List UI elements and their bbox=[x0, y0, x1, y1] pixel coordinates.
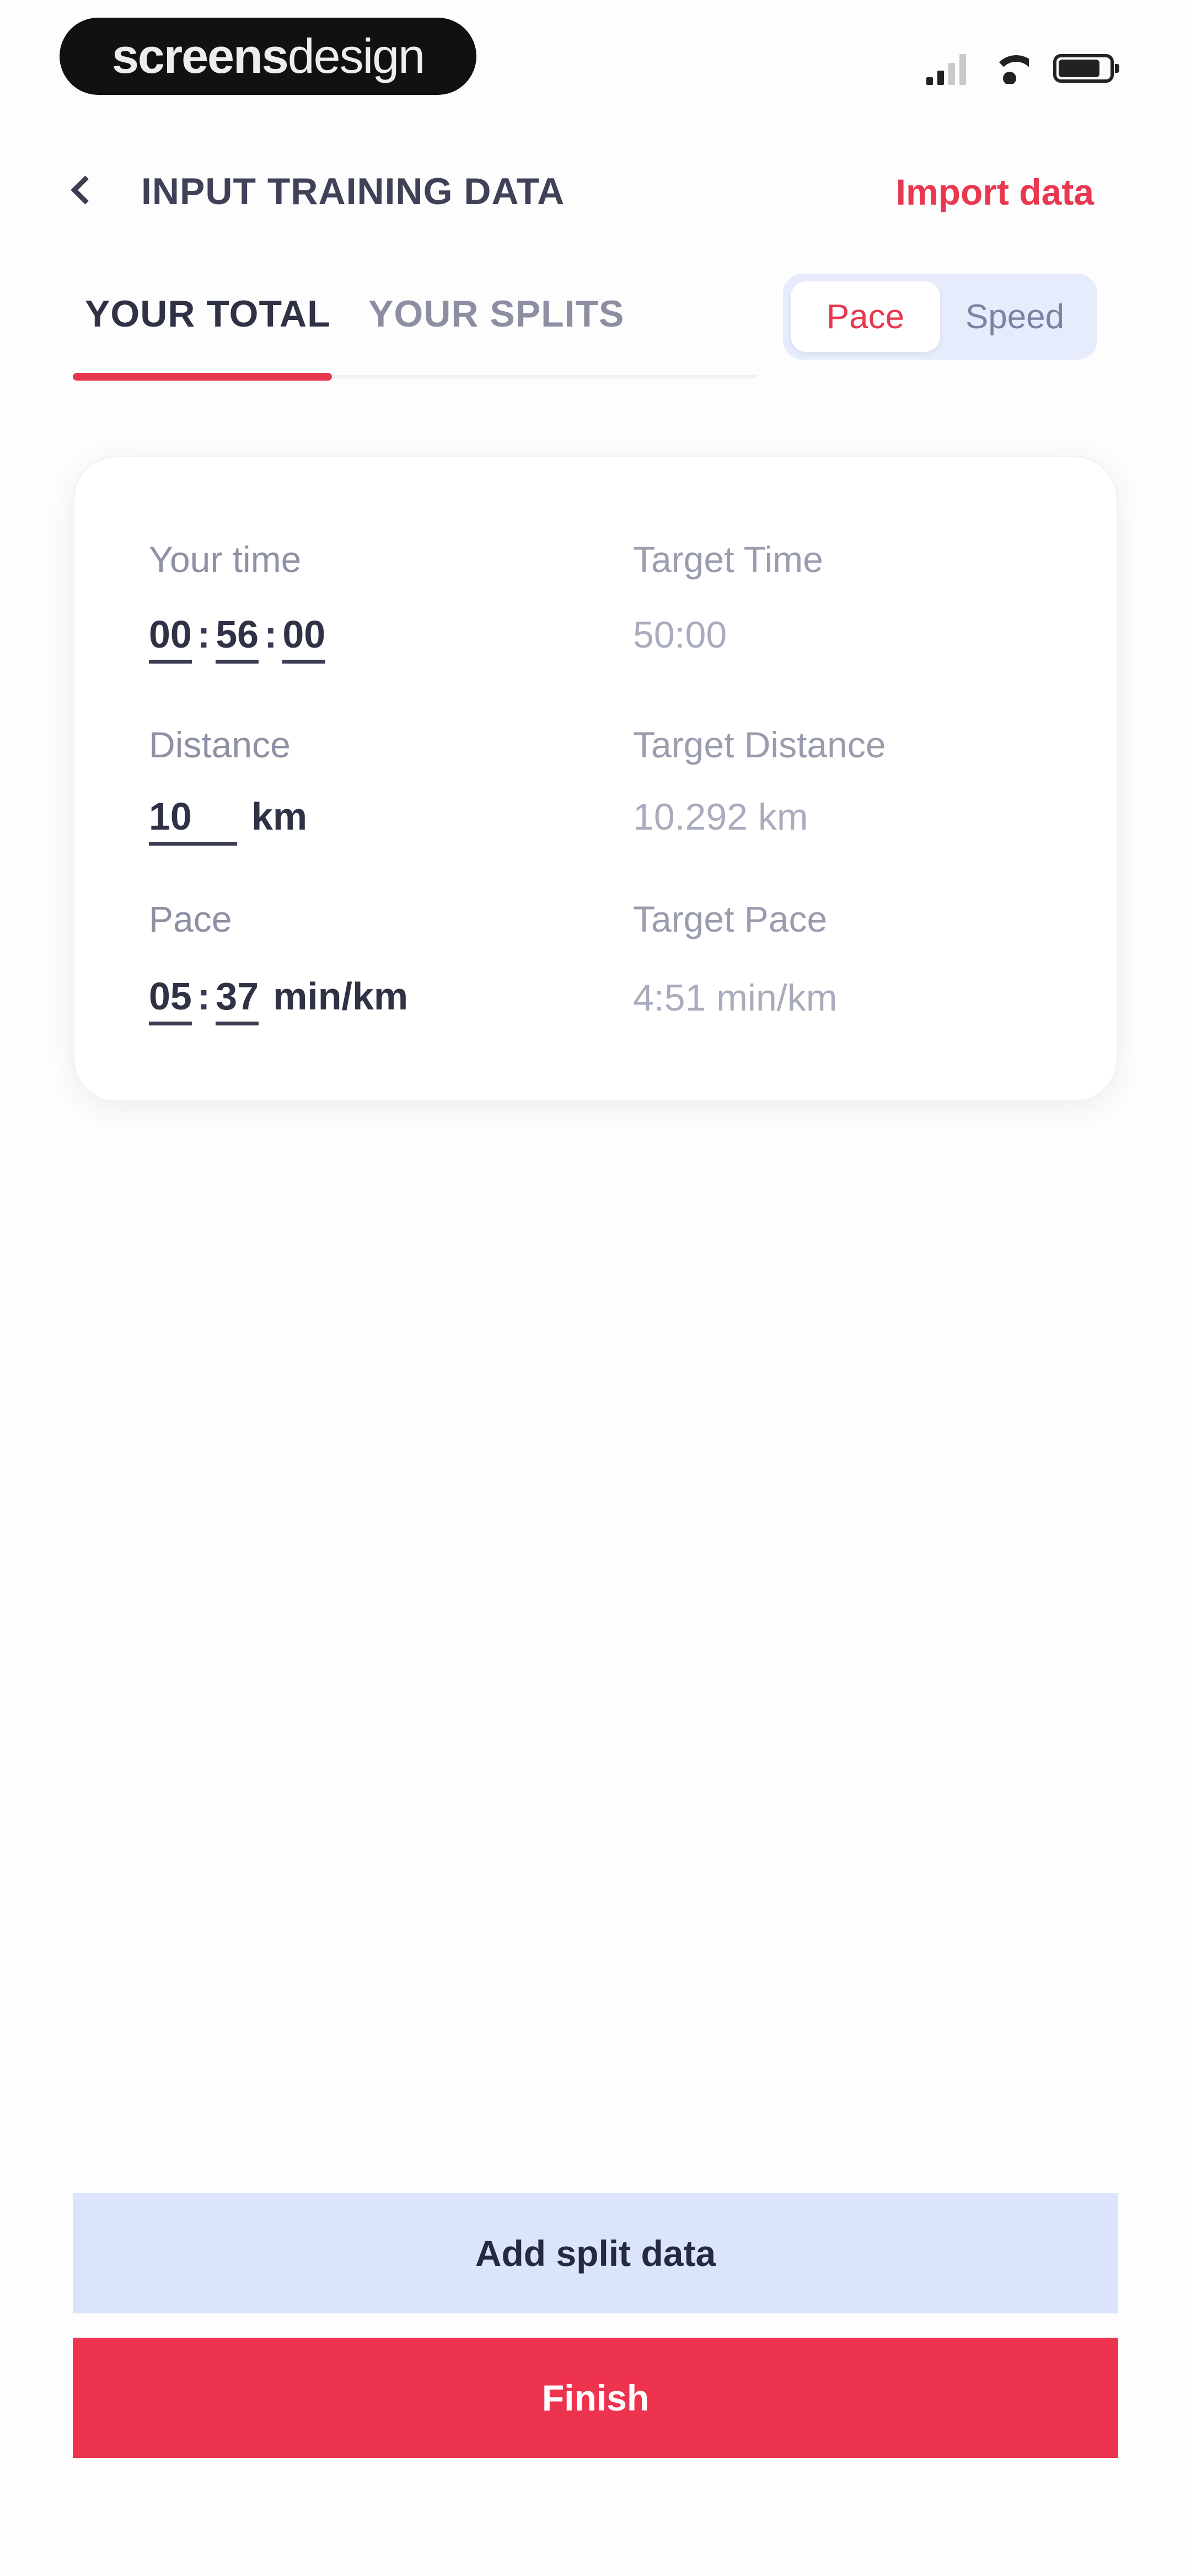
seconds-input[interactable]: 00 bbox=[282, 612, 326, 664]
page-title: INPUT TRAINING DATA bbox=[141, 170, 565, 212]
target-pace-label: Target Pace bbox=[633, 899, 828, 939]
back-arrow-icon[interactable] bbox=[65, 173, 98, 206]
pace-unit: min/km bbox=[273, 975, 409, 1018]
target-time-label: Target Time bbox=[633, 539, 823, 580]
distance-input[interactable]: 10 bbox=[149, 794, 237, 846]
time-separator: : bbox=[197, 613, 211, 656]
pace-separator: : bbox=[197, 975, 211, 1018]
your-time-label: Your time bbox=[149, 539, 302, 580]
minutes-input[interactable]: 56 bbox=[216, 612, 259, 664]
active-tab-indicator bbox=[73, 373, 332, 381]
target-distance-label: Target Distance bbox=[633, 724, 886, 765]
status-icons bbox=[926, 49, 1119, 88]
time-separator: : bbox=[264, 613, 277, 656]
import-data-link[interactable]: Import data bbox=[896, 171, 1094, 213]
battery-icon bbox=[1053, 54, 1119, 83]
toggle-speed[interactable]: Speed bbox=[940, 281, 1090, 352]
add-split-data-button[interactable]: Add split data bbox=[73, 2193, 1118, 2313]
finish-button[interactable]: Finish bbox=[73, 2338, 1118, 2458]
pace-seconds-input[interactable]: 37 bbox=[216, 974, 259, 1025]
distance-unit: km bbox=[251, 795, 308, 838]
toggle-pace[interactable]: Pace bbox=[791, 281, 940, 352]
target-pace-value: 4:51 min/km bbox=[633, 977, 838, 1019]
distance-value: 10 km bbox=[149, 794, 307, 846]
pace-speed-toggle: Pace Speed bbox=[783, 274, 1097, 360]
pace-minutes-input[interactable]: 05 bbox=[149, 974, 192, 1025]
wifi-icon bbox=[990, 53, 1029, 84]
signal-icon bbox=[926, 52, 966, 85]
tab-your-splits[interactable]: YOUR SPLITS bbox=[368, 292, 624, 335]
tab-your-total[interactable]: YOUR TOTAL bbox=[85, 292, 331, 335]
brand-logo-text-bold: screens bbox=[111, 29, 289, 83]
target-time-value: 50:00 bbox=[633, 614, 727, 656]
your-time-value: 00 : 56 : 00 bbox=[149, 612, 326, 664]
target-distance-value: 10.292 km bbox=[633, 796, 808, 838]
hours-input[interactable]: 00 bbox=[149, 612, 192, 664]
brand-logo: screens design bbox=[60, 18, 476, 95]
pace-label: Pace bbox=[149, 899, 232, 939]
distance-label: Distance bbox=[149, 724, 291, 765]
brand-logo-text-light: design bbox=[287, 29, 425, 83]
pace-value: 05 : 37 min/km bbox=[149, 974, 408, 1025]
